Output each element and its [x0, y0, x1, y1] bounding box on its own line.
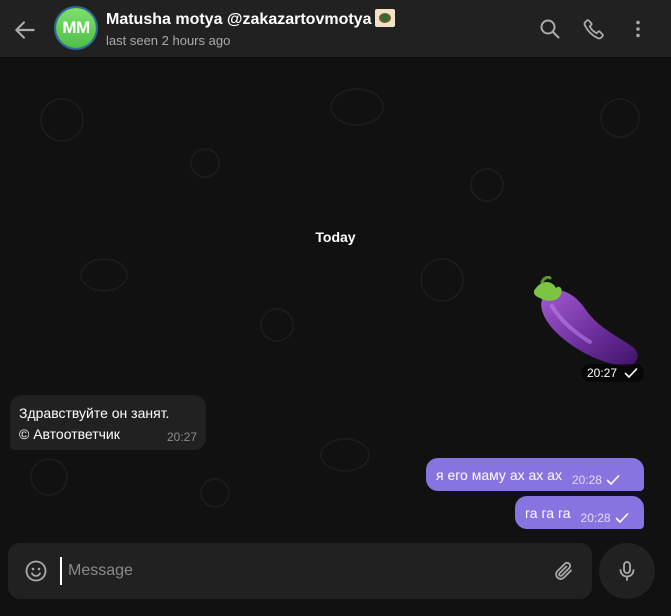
incoming-message-bubble[interactable]: Здравствуйте он занят. © Автоответчик 20… — [10, 395, 206, 450]
last-seen-status: last seen 2 hours ago — [106, 33, 231, 48]
message-meta: 20:28 — [581, 501, 629, 525]
check-icon — [606, 474, 620, 485]
message-meta: 20:28 — [572, 463, 620, 487]
message-time: 20:27 — [587, 366, 618, 380]
background-doodle — [420, 258, 464, 302]
message-time: 20:28 — [571, 472, 602, 487]
sticker-meta: 20:27 — [581, 364, 645, 382]
paperclip-icon[interactable] — [552, 559, 576, 583]
background-doodle — [330, 88, 384, 126]
chat-title-text: Matusha motya @zakazartovmotya — [106, 11, 372, 28]
emoji-icon — [375, 9, 396, 27]
background-doodle — [470, 168, 504, 202]
smile-icon[interactable] — [24, 559, 48, 583]
avatar[interactable]: MM — [56, 8, 96, 48]
message-input[interactable] — [60, 557, 530, 585]
check-icon — [625, 368, 638, 378]
microphone-button[interactable] — [599, 543, 655, 599]
check-icon — [615, 512, 628, 523]
eggplant-sticker[interactable] — [530, 276, 644, 372]
background-doodle — [260, 308, 294, 342]
chat-header: MM Matusha motya @zakazartovmotya last s… — [0, 0, 671, 58]
phone-icon[interactable] — [582, 17, 606, 41]
date-separator: Today — [315, 229, 356, 245]
message-text: я его маму ах ах ах — [436, 466, 562, 483]
arrow-left-icon[interactable] — [12, 17, 38, 43]
more-vertical-icon[interactable] — [626, 17, 650, 41]
background-doodle — [200, 478, 230, 508]
background-doodle — [600, 98, 640, 138]
background-doodle — [80, 258, 128, 292]
microphone-icon — [619, 561, 635, 581]
message-time: 20:27 — [166, 430, 197, 444]
background-doodle — [190, 148, 220, 178]
message-composer — [8, 543, 592, 599]
outgoing-message-bubble[interactable]: га га га 20:28 — [515, 496, 644, 529]
search-icon[interactable] — [538, 17, 562, 41]
background-doodle — [40, 98, 84, 142]
chat-title[interactable]: Matusha motya @zakazartovmotya — [106, 9, 396, 29]
avatar-initials: MM — [62, 18, 90, 37]
background-doodle — [30, 458, 68, 496]
outgoing-message-bubble[interactable]: я его маму ах ах ах 20:28 — [426, 458, 644, 491]
message-text-line: Здравствуйте он занят. — [19, 405, 170, 421]
message-text: га га га — [525, 504, 571, 521]
message-time: 20:28 — [580, 510, 611, 525]
background-doodle — [320, 438, 370, 472]
